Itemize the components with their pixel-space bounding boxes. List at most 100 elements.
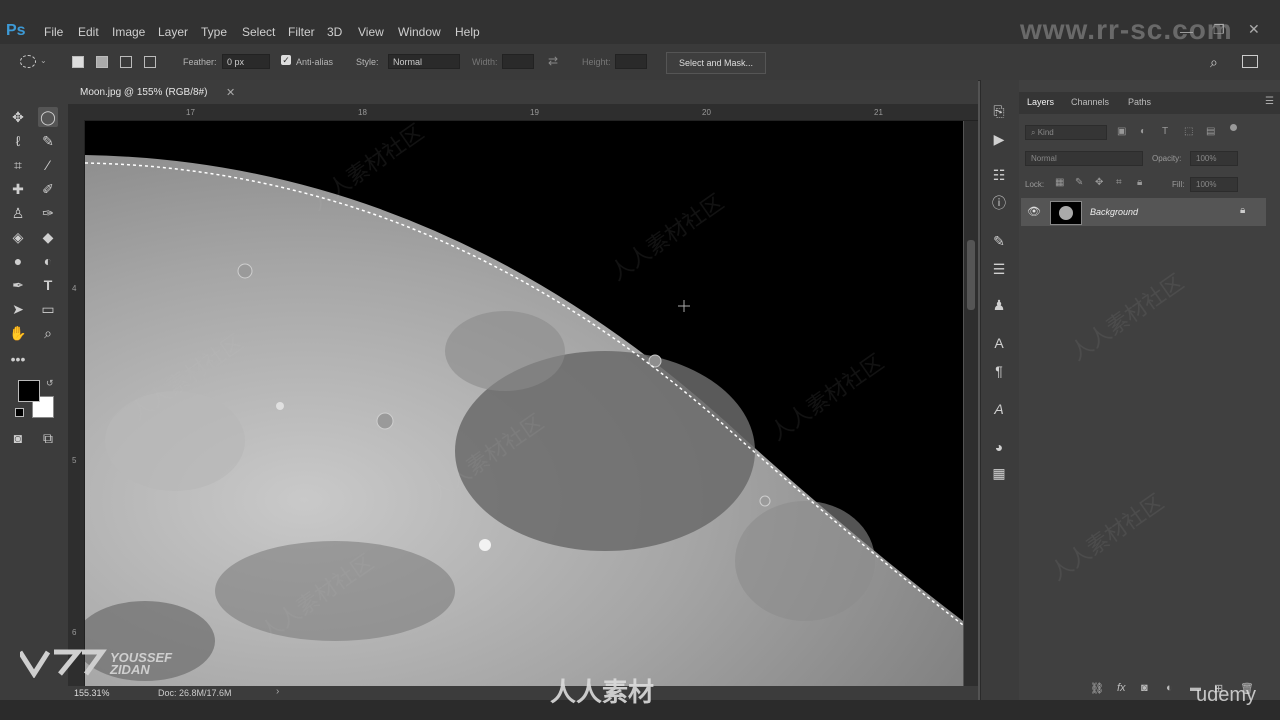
healing-brush-tool-icon[interactable]: ✚ xyxy=(8,179,28,199)
workspace-icon[interactable] xyxy=(1242,55,1258,68)
quick-mask-icon[interactable]: ◙ xyxy=(8,428,28,448)
filter-type-icon[interactable]: T xyxy=(1162,126,1168,137)
actions-play-icon[interactable]: ▶ xyxy=(990,130,1008,148)
search-icon[interactable]: ⌕ xyxy=(1210,54,1218,71)
menu-type[interactable]: Type xyxy=(201,25,227,39)
history-icon[interactable]: ⎘ xyxy=(990,102,1008,120)
lasso-tool-icon[interactable]: ℓ xyxy=(8,131,28,151)
info-icon[interactable]: ⓘ xyxy=(990,194,1008,212)
swatches-icon[interactable]: ▦ xyxy=(990,464,1008,482)
intersect-selection-icon[interactable] xyxy=(144,56,156,68)
width-input[interactable] xyxy=(502,54,534,69)
more-tools-icon[interactable]: ••• xyxy=(8,349,28,369)
filter-adjustment-icon[interactable]: ◐ xyxy=(1140,126,1146,137)
filter-shape-icon[interactable]: ⬚ xyxy=(1184,126,1193,137)
move-tool-icon[interactable]: ✥ xyxy=(8,107,28,127)
zoom-tool-icon[interactable]: ⌕ xyxy=(38,323,58,343)
subtract-selection-icon[interactable] xyxy=(120,56,132,68)
fill-input[interactable]: 100% xyxy=(1190,177,1238,192)
swap-icon[interactable]: ⇄ xyxy=(548,54,558,68)
panel-menu-icon[interactable]: ☰ xyxy=(1265,96,1274,107)
zoom-level[interactable]: 155.31% xyxy=(74,688,110,698)
select-and-mask-button[interactable]: Select and Mask... xyxy=(666,52,766,74)
paint-bucket-tool-icon[interactable]: ◆ xyxy=(38,227,58,247)
brushes-icon[interactable]: ✎ xyxy=(990,232,1008,250)
lock-all-icon[interactable]: 🔒︎ xyxy=(1137,177,1142,188)
menu-image[interactable]: Image xyxy=(112,25,145,39)
kind-filter-select[interactable]: ⌕ Kind xyxy=(1025,125,1107,140)
menu-file[interactable]: File xyxy=(44,25,63,39)
vertical-scrollbar[interactable] xyxy=(964,121,978,686)
elliptical-marquee-tool-icon[interactable]: ◯ xyxy=(38,107,58,127)
history-brush-tool-icon[interactable]: ✑ xyxy=(38,203,58,223)
menu-filter[interactable]: Filter xyxy=(288,25,315,39)
opacity-input[interactable]: 100% xyxy=(1190,151,1238,166)
add-mask-icon[interactable]: ◙ xyxy=(1141,682,1148,694)
menu-window[interactable]: Window xyxy=(398,25,441,39)
chevron-down-icon[interactable]: ⌄ xyxy=(40,56,47,65)
menu-3d[interactable]: 3D xyxy=(327,25,342,39)
hand-tool-icon[interactable]: ✋ xyxy=(8,323,28,343)
screen-mode-icon[interactable]: ⧉ xyxy=(38,428,58,448)
clone-source-icon[interactable]: ♟ xyxy=(990,296,1008,314)
layer-name[interactable]: Background xyxy=(1090,207,1138,217)
scroll-thumb[interactable] xyxy=(967,240,975,310)
adjustment-layer-icon[interactable]: ◐ xyxy=(1166,682,1173,694)
tab-paths[interactable]: Paths xyxy=(1128,97,1151,107)
properties-icon[interactable]: ☷ xyxy=(990,166,1008,184)
restore-icon[interactable]: ❐ xyxy=(1213,22,1225,38)
foreground-color-swatch[interactable] xyxy=(18,380,40,402)
new-selection-icon[interactable] xyxy=(72,56,84,68)
pen-tool-icon[interactable]: ✒ xyxy=(8,275,28,295)
swap-colors-icon[interactable]: ↺ xyxy=(46,378,54,389)
feather-input[interactable]: 0 px xyxy=(222,54,270,69)
rectangle-tool-icon[interactable]: ▭ xyxy=(38,299,58,319)
dodge-tool-icon[interactable]: ◐ xyxy=(38,251,58,271)
clone-stamp-tool-icon[interactable]: ♙ xyxy=(8,203,28,223)
document-tab-title[interactable]: Moon.jpg @ 155% (RGB/8#) xyxy=(80,87,207,98)
menu-edit[interactable]: Edit xyxy=(78,25,99,39)
glyphs-icon[interactable]: A xyxy=(990,400,1008,418)
minimize-icon[interactable]: — xyxy=(1180,24,1193,39)
tab-channels[interactable]: Channels xyxy=(1071,97,1109,107)
menu-layer[interactable]: Layer xyxy=(158,25,188,39)
filter-toggle-icon[interactable] xyxy=(1230,124,1237,131)
height-input[interactable] xyxy=(615,54,647,69)
menu-help[interactable]: Help xyxy=(455,25,480,39)
tab-layers[interactable]: Layers xyxy=(1027,97,1054,107)
add-selection-icon[interactable] xyxy=(96,56,108,68)
eye-icon[interactable]: 👁︎ xyxy=(1027,205,1041,218)
document-close-icon[interactable]: ✕ xyxy=(226,86,235,99)
brush-tool-icon[interactable]: ✐ xyxy=(38,179,58,199)
document-canvas[interactable] xyxy=(85,121,963,686)
lock-position-icon[interactable]: ✥ xyxy=(1095,177,1103,188)
antialias-checkbox[interactable]: ✓ xyxy=(281,55,291,65)
lock-image-icon[interactable]: ✎ xyxy=(1075,177,1083,188)
color-icon[interactable]: ◕ xyxy=(990,438,1008,456)
quick-selection-tool-icon[interactable]: ✎ xyxy=(38,131,58,151)
brush-settings-icon[interactable]: ☰ xyxy=(990,260,1008,278)
layer-style-icon[interactable]: fx xyxy=(1117,682,1126,694)
type-tool-icon[interactable]: T xyxy=(38,275,58,295)
crop-tool-icon[interactable]: ⌗ xyxy=(8,155,28,175)
lock-transparent-icon[interactable]: ▦ xyxy=(1055,177,1064,188)
filter-smart-object-icon[interactable]: ▤ xyxy=(1206,126,1215,137)
blur-tool-icon[interactable]: ● xyxy=(8,251,28,271)
character-icon[interactable]: A xyxy=(990,334,1008,352)
link-layers-icon[interactable]: ⛓︎ xyxy=(1090,682,1104,695)
default-colors-icon[interactable] xyxy=(15,408,24,417)
paragraph-icon[interactable]: ¶ xyxy=(990,362,1008,380)
filter-pixel-icon[interactable]: ▣ xyxy=(1117,126,1126,137)
eyedropper-tool-icon[interactable]: ⁄ xyxy=(38,155,58,175)
layer-lock-icon[interactable]: 🔒︎ xyxy=(1240,205,1245,216)
blend-mode-select[interactable]: Normal xyxy=(1025,151,1143,166)
style-select[interactable]: Normal xyxy=(388,54,460,69)
eraser-tool-icon[interactable]: ◈ xyxy=(8,227,28,247)
elliptical-marquee-preset-icon[interactable] xyxy=(20,55,36,68)
path-selection-tool-icon[interactable]: ➤ xyxy=(8,299,28,319)
chevron-right-icon[interactable]: › xyxy=(276,686,279,697)
close-icon[interactable]: ✕ xyxy=(1248,21,1260,38)
menu-view[interactable]: View xyxy=(358,25,384,39)
lock-artboard-icon[interactable]: ⌗ xyxy=(1116,177,1122,188)
menu-select[interactable]: Select xyxy=(242,25,275,39)
